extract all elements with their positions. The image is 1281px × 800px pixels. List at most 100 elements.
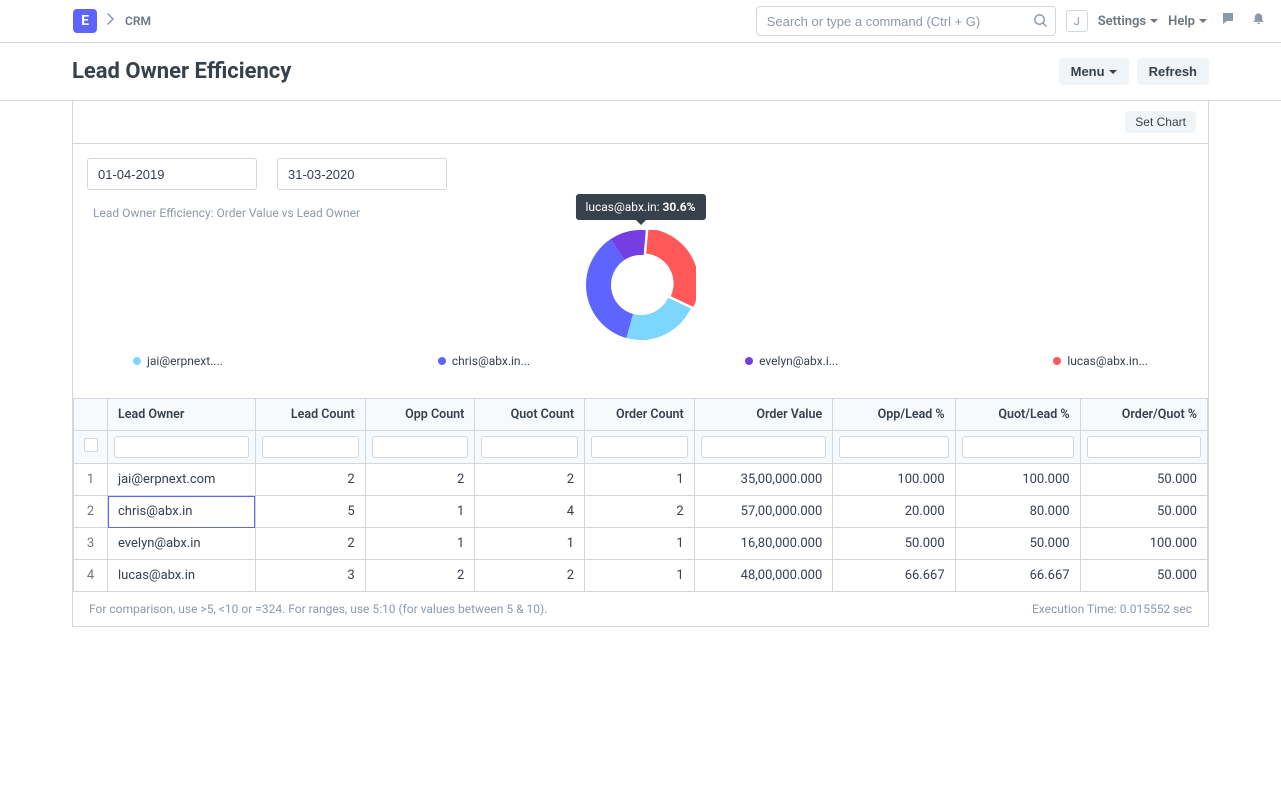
header-quot-count[interactable]: Quot Count [475,399,585,431]
filter-lead-count[interactable] [262,436,359,458]
table-cell[interactable]: 2 [475,464,585,496]
header-opp-lead[interactable]: Opp/Lead % [833,399,955,431]
tooltip-value: 30.6% [663,200,696,214]
table-cell[interactable]: 1 [475,528,585,560]
legend-item[interactable]: evelyn@abx.i... [745,354,838,368]
search-icon[interactable] [1033,13,1048,32]
table-cell[interactable]: 1 [585,560,695,592]
filter-opp-count[interactable] [372,436,469,458]
table-cell[interactable]: 4 [475,496,585,528]
header-checkbox-col [74,399,108,431]
table-cell[interactable]: evelyn@abx.in [108,528,256,560]
table-row[interactable]: 4lucas@abx.in322148,00,000.00066.66766.6… [74,560,1208,592]
table-row[interactable]: 3evelyn@abx.in211116,80,000.00050.00050.… [74,528,1208,560]
table-cell[interactable]: 50.000 [1080,464,1207,496]
set-chart-button[interactable]: Set Chart [1125,111,1196,133]
table-cell[interactable]: 2 [74,496,108,528]
search-wrap [756,6,1056,36]
table-header-row: Lead Owner Lead Count Opp Count Quot Cou… [74,399,1208,431]
table-cell[interactable]: 5 [255,496,365,528]
table-cell[interactable]: 50.000 [833,528,955,560]
header-lead-owner[interactable]: Lead Owner [108,399,256,431]
table-cell[interactable]: 2 [475,560,585,592]
app-logo[interactable]: E [73,9,97,33]
table-cell[interactable]: 1 [585,464,695,496]
header-lead-count[interactable]: Lead Count [255,399,365,431]
filter-opp-lead[interactable] [839,436,948,458]
header-order-value[interactable]: Order Value [694,399,833,431]
filter-quot-lead[interactable] [962,436,1074,458]
navbar: E CRM J Settings Help [0,0,1281,43]
caret-down-icon [1109,70,1117,74]
from-date-input[interactable] [87,158,257,190]
table-cell[interactable]: 100.000 [955,464,1080,496]
table-row[interactable]: 1jai@erpnext.com222135,00,000.000100.000… [74,464,1208,496]
table-cell[interactable]: chris@abx.in [108,496,256,528]
table-cell[interactable]: 20.000 [833,496,955,528]
table-cell[interactable]: 1 [585,528,695,560]
table-cell[interactable]: 2 [365,464,475,496]
user-avatar[interactable]: J [1066,10,1088,32]
table-cell[interactable]: 1 [365,496,475,528]
select-all-checkbox[interactable] [84,438,98,452]
legend-item[interactable]: lucas@abx.in... [1053,354,1148,368]
menu-button[interactable]: Menu [1059,58,1129,85]
table-cell[interactable]: 4 [74,560,108,592]
table-row[interactable]: 2chris@abx.in514257,00,000.00020.00080.0… [74,496,1208,528]
table-cell[interactable]: 50.000 [1080,496,1207,528]
search-input[interactable] [756,6,1056,36]
table-cell[interactable]: lucas@abx.in [108,560,256,592]
legend-item[interactable]: chris@abx.in... [438,354,530,368]
table-cell[interactable]: 3 [255,560,365,592]
filter-order-count[interactable] [591,436,688,458]
header-order-count[interactable]: Order Count [585,399,695,431]
header-order-quot[interactable]: Order/Quot % [1080,399,1207,431]
table-cell[interactable]: 2 [255,464,365,496]
table-cell[interactable]: 50.000 [1080,560,1207,592]
table-cell[interactable]: 66.667 [833,560,955,592]
menu-label: Menu [1071,64,1105,79]
header-opp-count[interactable]: Opp Count [365,399,475,431]
table-footer: For comparison, use >5, <10 or =324. For… [73,592,1208,626]
help-dropdown[interactable]: Help [1168,14,1207,29]
breadcrumb-crm[interactable]: CRM [125,14,151,28]
table-cell[interactable]: 48,00,000.000 [694,560,833,592]
table-cell[interactable]: 57,00,000.000 [694,496,833,528]
filter-lead-owner[interactable] [114,436,249,458]
donut-chart[interactable]: lucas@abx.in: 30.6% [586,230,696,340]
table-cell[interactable]: 66.667 [955,560,1080,592]
legend-swatch [438,357,446,365]
table-cell[interactable]: 2 [585,496,695,528]
donut-slice[interactable] [646,230,696,307]
filter-order-quot[interactable] [1087,436,1201,458]
table-cell[interactable]: 3 [74,528,108,560]
chart-legend: jai@erpnext.... chris@abx.in... evelyn@abx… [93,344,1188,388]
to-date-input[interactable] [277,158,447,190]
table-cell[interactable]: 35,00,000.000 [694,464,833,496]
bell-icon[interactable] [1251,11,1266,31]
legend-item[interactable]: jai@erpnext.... [133,354,223,368]
report-card: Set Chart Lead Owner Efficiency: Order V… [72,101,1209,627]
table-cell[interactable]: jai@erpnext.com [108,464,256,496]
help-label: Help [1168,14,1195,29]
table-cell[interactable]: 100.000 [1080,528,1207,560]
table-cell[interactable]: 2 [365,560,475,592]
page-header: Lead Owner Efficiency Menu Refresh [0,43,1281,101]
table-cell[interactable]: 1 [74,464,108,496]
settings-dropdown[interactable]: Settings [1098,14,1158,29]
table-cell[interactable]: 1 [365,528,475,560]
table-cell[interactable]: 100.000 [833,464,955,496]
donut-slice[interactable] [626,298,690,340]
legend-label: jai@erpnext.... [147,354,223,368]
table-cell[interactable]: 50.000 [955,528,1080,560]
refresh-button[interactable]: Refresh [1137,58,1209,85]
filter-quot-count[interactable] [481,436,578,458]
table-cell[interactable]: 16,80,000.000 [694,528,833,560]
header-quot-lead[interactable]: Quot/Lead % [955,399,1080,431]
filter-order-value[interactable] [701,436,827,458]
table-cell[interactable]: 2 [255,528,365,560]
table-cell[interactable]: 80.000 [955,496,1080,528]
chevron-right-icon [107,13,115,29]
comment-icon[interactable] [1221,11,1237,31]
execution-time: Execution Time: 0.015552 sec [1032,602,1192,616]
